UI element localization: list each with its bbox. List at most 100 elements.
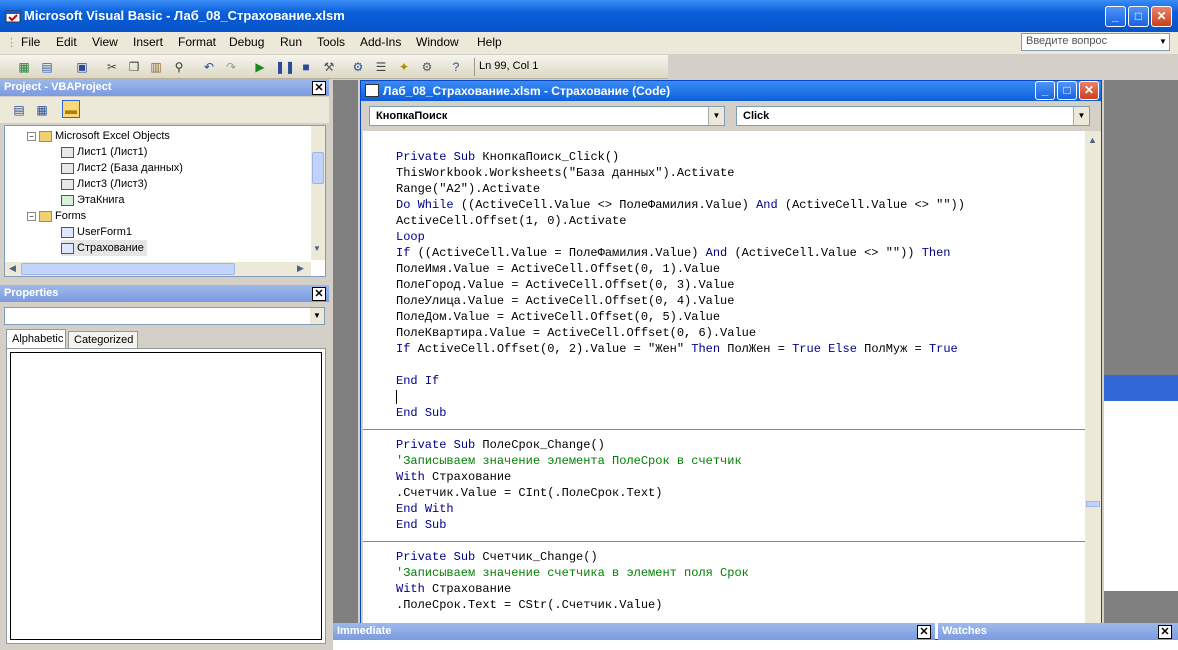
insert-userform-icon[interactable]: ▤ — [38, 58, 56, 76]
code-line[interactable]: ActiveCell.Offset(1, 0).Activate — [396, 213, 626, 229]
code-line[interactable]: End With — [396, 501, 454, 517]
maximize-button[interactable]: □ — [1128, 6, 1149, 27]
close-properties-icon[interactable]: ✕ — [312, 287, 326, 301]
undo-icon[interactable]: ↶ — [200, 58, 218, 76]
design-mode-icon[interactable]: ⚒ — [320, 58, 338, 76]
object-combo[interactable]: КнопкаПоиск ▼ — [369, 106, 725, 126]
code-close-button[interactable]: ✕ — [1079, 81, 1099, 100]
menu-file[interactable]: File — [21, 35, 40, 49]
tab-categorized[interactable]: Categorized — [68, 331, 138, 349]
menu-tools[interactable]: Tools — [317, 35, 345, 49]
tree-node-thisworkbook[interactable]: ЭтаКнига — [61, 192, 124, 208]
scroll-down-icon[interactable]: ▼ — [313, 244, 321, 253]
code-line[interactable]: Range("A2").Activate — [396, 181, 540, 197]
close-immediate-icon[interactable]: ✕ — [917, 625, 931, 639]
tree-node-sheet3[interactable]: Лист3 (Лист3) — [61, 176, 147, 192]
menu-format[interactable]: Format — [178, 35, 216, 49]
tree-node-forms[interactable]: − Forms — [27, 208, 86, 224]
tree-vertical-scrollbar[interactable]: ▼ — [311, 126, 325, 260]
code-line[interactable]: Loop — [396, 229, 425, 245]
code-minimize-button[interactable]: _ — [1035, 81, 1055, 100]
code-line[interactable]: 'Записываем значение элемента ПолеСрок в… — [396, 453, 742, 469]
tree-node-sheet1[interactable]: Лист1 (Лист1) — [61, 144, 147, 160]
menu-edit[interactable]: Edit — [56, 35, 77, 49]
code-line[interactable]: .ПолеСрок.Text = CStr(.Счетчик.Value) — [396, 597, 662, 613]
scroll-thumb[interactable] — [1086, 501, 1100, 507]
close-watches-icon[interactable]: ✕ — [1158, 625, 1172, 639]
code-vertical-scrollbar[interactable]: ▲ — [1085, 131, 1101, 639]
procedure-combo[interactable]: Click ▼ — [736, 106, 1090, 126]
watches-title: Watches — [942, 625, 987, 637]
menu-view[interactable]: View — [92, 35, 118, 49]
code-line[interactable]: Do While ((ActiveCell.Value <> ПолеФамил… — [396, 197, 965, 213]
run-icon[interactable]: ▶ — [251, 58, 269, 76]
menu-run[interactable]: Run — [280, 35, 302, 49]
code-line[interactable]: ПолеГород.Value = ActiveCell.Offset(0, 3… — [396, 277, 734, 293]
menu-insert[interactable]: Insert — [133, 35, 163, 49]
code-line[interactable]: End Sub — [396, 405, 446, 421]
menu-debug[interactable]: Debug — [229, 35, 264, 49]
collapse-icon[interactable]: − — [27, 131, 36, 141]
view-object-icon[interactable]: ▦ — [33, 101, 51, 119]
redo-icon[interactable]: ↷ — [222, 58, 240, 76]
chevron-down-icon[interactable]: ▼ — [1157, 34, 1169, 50]
code-line[interactable]: 'Записываем значение счетчика в элемент … — [396, 565, 749, 581]
tree-node-sheet2[interactable]: Лист2 (База данных) — [61, 160, 183, 176]
properties-window-icon[interactable]: ☰ — [372, 58, 390, 76]
code-line[interactable]: Private Sub КнопкаПоиск_Click() — [396, 149, 619, 165]
find-icon[interactable]: ⚲ — [170, 58, 188, 76]
menu-add-ins[interactable]: Add-Ins — [360, 35, 401, 49]
code-line[interactable]: ПолеИмя.Value = ActiveCell.Offset(0, 1).… — [396, 261, 720, 277]
project-explorer-icon[interactable]: ⚙ — [349, 58, 367, 76]
ask-question-box[interactable]: Введите вопрос ▼ — [1021, 33, 1170, 51]
chevron-down-icon[interactable]: ▼ — [310, 308, 324, 324]
reset-icon[interactable]: ■ — [297, 58, 315, 76]
code-maximize-button[interactable]: □ — [1057, 81, 1077, 100]
view-code-icon[interactable]: ▤ — [10, 101, 28, 119]
save-icon[interactable]: ▣ — [73, 58, 91, 76]
excel-view-icon[interactable]: ▦ — [15, 58, 33, 76]
scroll-left-icon[interactable]: ◀ — [9, 263, 16, 274]
copy-icon[interactable]: ❐ — [125, 58, 143, 76]
tree-node-userform1[interactable]: UserForm1 — [61, 224, 132, 240]
scroll-right-icon[interactable]: ▶ — [297, 263, 304, 274]
help-icon[interactable]: ? — [447, 58, 465, 76]
scroll-up-icon[interactable]: ▲ — [1088, 135, 1097, 145]
code-line[interactable]: With Страхование — [396, 469, 511, 485]
code-line[interactable]: ПолеДом.Value = ActiveCell.Offset(0, 5).… — [396, 309, 720, 325]
sheet-icon — [61, 146, 74, 158]
break-icon[interactable]: ❚❚ — [275, 58, 295, 76]
close-project-icon[interactable]: ✕ — [312, 81, 326, 95]
chevron-down-icon[interactable]: ▼ — [708, 107, 724, 125]
code-line[interactable]: With Страхование — [396, 581, 511, 597]
code-line[interactable]: If ActiveCell.Offset(0, 2).Value = "Жен"… — [396, 341, 958, 357]
paste-icon[interactable]: ▥ — [147, 58, 165, 76]
tree-node-strakhovanie[interactable]: Страхование — [61, 240, 147, 256]
code-line[interactable]: ThisWorkbook.Worksheets("База данных").A… — [396, 165, 734, 181]
menu-window[interactable]: Window — [416, 35, 459, 49]
code-editor[interactable]: Private Sub КнопкаПоиск_Click() ThisWorkb… — [363, 131, 1085, 639]
object-browser-icon[interactable]: ✦ — [395, 58, 413, 76]
toolbox-icon[interactable]: ⚙ — [418, 58, 436, 76]
tree-node-excel-objects[interactable]: − Microsoft Excel Objects — [27, 128, 170, 144]
collapse-icon[interactable]: − — [27, 211, 36, 221]
cut-icon[interactable]: ✂ — [103, 58, 121, 76]
code-line[interactable]: End If — [396, 373, 439, 389]
code-line[interactable]: ПолеУлица.Value = ActiveCell.Offset(0, 4… — [396, 293, 734, 309]
chevron-down-icon[interactable]: ▼ — [1073, 107, 1089, 125]
close-button[interactable]: ✕ — [1151, 6, 1172, 27]
menu-help[interactable]: Help — [477, 35, 502, 49]
minimize-button[interactable]: _ — [1105, 6, 1126, 27]
scroll-thumb[interactable] — [312, 152, 324, 184]
code-line[interactable]: ПолеКвартира.Value = ActiveCell.Offset(0… — [396, 325, 756, 341]
code-line[interactable]: End Sub — [396, 517, 446, 533]
toggle-folders-icon[interactable]: ▬ — [62, 100, 80, 118]
properties-object-select[interactable]: ▼ — [4, 307, 325, 325]
tree-horizontal-scrollbar[interactable]: ◀ ▶ — [5, 262, 311, 276]
code-line[interactable]: Private Sub Счетчик_Change() — [396, 549, 598, 565]
code-line[interactable]: .Счетчик.Value = CInt(.ПолеСрок.Text) — [396, 485, 662, 501]
scroll-thumb[interactable] — [21, 263, 235, 275]
tab-alphabetic[interactable]: Alphabetic — [6, 329, 66, 349]
code-line[interactable]: If ((ActiveCell.Value = ПолеФамилия.Valu… — [396, 245, 951, 261]
code-line[interactable]: Private Sub ПолеСрок_Change() — [396, 437, 605, 453]
